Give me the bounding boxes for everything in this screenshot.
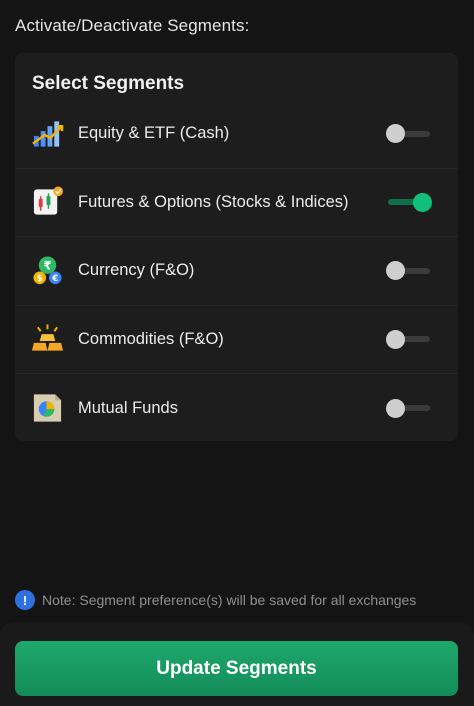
toggle-knob [386, 398, 405, 418]
segments-page: Activate/Deactivate Segments: Select Seg… [0, 0, 474, 706]
save-note: ! Note: Segment preference(s) will be sa… [15, 590, 416, 610]
candlestick-icon [31, 186, 64, 219]
gold-bars-icon [31, 323, 64, 356]
currency-coins-icon: ₹ $ € [31, 254, 64, 287]
toggle-knob [386, 329, 405, 349]
segment-row-equity: Equity & ETF (Cash) [15, 100, 458, 169]
segment-label: Mutual Funds [78, 398, 178, 417]
segment-row-commodities: Commodities (F&O) [15, 306, 458, 374]
segment-list: Equity & ETF (Cash) Futures & Options (S… [15, 100, 458, 443]
toggle-commodities[interactable] [386, 328, 432, 350]
segments-card: Select Segments Equity & ETF (Cash) Futu… [15, 53, 458, 441]
segment-label: Commodities (F&O) [78, 329, 224, 348]
toggle-knob [413, 192, 432, 212]
page-title: Activate/Deactivate Segments: [15, 16, 250, 35]
svg-text:₹: ₹ [43, 258, 51, 272]
toggle-futures-options[interactable] [386, 191, 432, 213]
toggle-currency[interactable] [386, 260, 432, 282]
update-segments-button[interactable]: Update Segments [15, 641, 458, 696]
note-text: Note: Segment preference(s) will be save… [42, 592, 417, 608]
toggle-knob [386, 261, 405, 281]
segment-label: Currency (F&O) [78, 261, 195, 280]
toggle-knob [386, 124, 405, 144]
segment-row-currency: ₹ $ € Currency (F&O) [15, 237, 458, 306]
toggle-mutual-funds[interactable] [386, 397, 432, 419]
segment-label: Futures & Options (Stocks & Indices) [78, 192, 349, 211]
segment-row-mutual-funds: Mutual Funds [15, 374, 458, 443]
segment-row-futures-options: Futures & Options (Stocks & Indices) [15, 169, 458, 237]
svg-text:€: € [51, 274, 58, 284]
svg-text:$: $ [37, 274, 43, 284]
card-title: Select Segments [32, 73, 185, 94]
toggle-equity[interactable] [386, 123, 432, 145]
segment-label: Equity & ETF (Cash) [78, 124, 230, 143]
pie-chart-document-icon [31, 392, 64, 425]
bar-chart-icon [31, 117, 64, 150]
info-icon: ! [15, 590, 35, 610]
